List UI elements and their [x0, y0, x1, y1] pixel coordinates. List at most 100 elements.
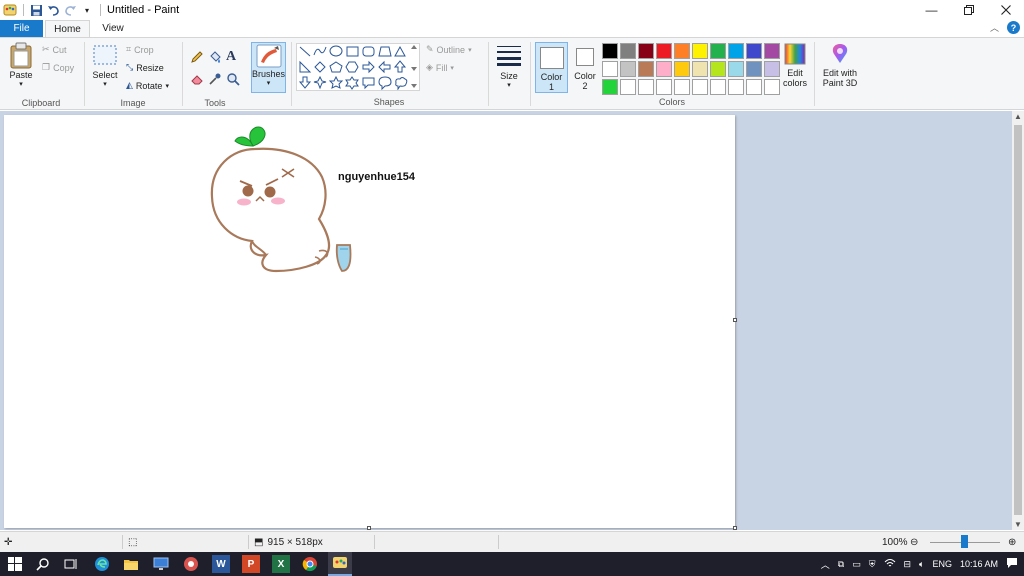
fill-button[interactable]: ◈ Fill ▾	[426, 62, 454, 73]
scroll-thumb[interactable]	[1014, 125, 1022, 515]
tab-view[interactable]: View	[92, 20, 134, 37]
canvas-resize-handle-bottom[interactable]	[367, 526, 371, 530]
close-button[interactable]	[987, 0, 1024, 20]
palette-swatch[interactable]	[656, 61, 672, 77]
palette-swatch[interactable]	[674, 79, 690, 95]
clock[interactable]: 10:16 AM	[960, 559, 998, 569]
zoom-out-icon[interactable]: ⊖	[910, 532, 918, 552]
battery-icon[interactable]: ▭	[852, 559, 861, 570]
canvas-resize-handle-corner[interactable]	[733, 526, 737, 530]
palette-swatch[interactable]	[746, 61, 762, 77]
pencil-icon[interactable]	[190, 50, 204, 67]
redo-icon[interactable]	[62, 2, 78, 18]
resize-button[interactable]: ⤡ Resize	[126, 62, 164, 73]
language-indicator[interactable]: ENG	[932, 559, 952, 569]
palette-swatch[interactable]	[692, 61, 708, 77]
powerpoint-icon[interactable]: P	[242, 555, 260, 573]
remote-desktop-icon[interactable]	[152, 555, 170, 573]
notifications-icon[interactable]	[1006, 557, 1018, 571]
palette-swatch[interactable]	[710, 43, 726, 59]
canvas-resize-handle-right[interactable]	[733, 318, 737, 322]
palette-swatch[interactable]	[746, 43, 762, 59]
edit-with-paint3d-button[interactable]: Edit with Paint 3D	[818, 42, 862, 88]
file-explorer-icon[interactable]	[122, 555, 140, 573]
show-hidden-icons-icon[interactable]: ︿	[821, 558, 830, 571]
brushes-button[interactable]: Brushes ▾	[251, 42, 286, 93]
scroll-down-arrow-icon[interactable]: ▼	[1014, 520, 1022, 529]
network-icon[interactable]: ⊟	[904, 559, 912, 570]
color1-button[interactable]: Color 1	[535, 42, 568, 93]
save-icon[interactable]	[28, 2, 44, 18]
select-button[interactable]: Select ▾	[90, 44, 120, 88]
size-button[interactable]: Size ▾	[494, 44, 524, 89]
palette-swatch[interactable]	[728, 79, 744, 95]
palette-swatch[interactable]	[620, 79, 636, 95]
volume-icon[interactable]: 🔈︎	[919, 559, 924, 570]
palette-swatch[interactable]	[620, 61, 636, 77]
eraser-icon[interactable]	[190, 72, 204, 89]
palette-swatch[interactable]	[710, 61, 726, 77]
palette-swatch[interactable]	[764, 79, 780, 95]
color-picker-icon[interactable]	[208, 72, 222, 89]
windows-start-icon[interactable]	[6, 555, 24, 573]
palette-swatch[interactable]	[620, 43, 636, 59]
palette-swatch[interactable]	[638, 79, 654, 95]
copy-button[interactable]: ❐ Copy	[42, 62, 74, 73]
palette-swatch[interactable]	[764, 43, 780, 59]
outline-button[interactable]: ✎ Outline ▾	[426, 44, 472, 55]
edge-browser-icon[interactable]	[93, 555, 111, 573]
palette-swatch[interactable]	[602, 61, 618, 77]
cut-button[interactable]: ✂ Cut	[42, 44, 67, 55]
shapes-gallery[interactable]	[296, 43, 420, 91]
text-tool-icon[interactable]: A	[226, 49, 236, 65]
app-red-icon[interactable]	[182, 555, 200, 573]
rotate-button[interactable]: ◭ Rotate ▾	[126, 80, 169, 91]
palette-swatch[interactable]	[764, 61, 780, 77]
palette-swatch[interactable]	[674, 43, 690, 59]
collapse-ribbon-icon[interactable]: ︿	[990, 21, 999, 34]
excel-icon[interactable]: X	[272, 555, 290, 573]
fill-bucket-icon[interactable]	[208, 50, 222, 67]
colors-group-label: Colors	[658, 97, 685, 107]
edit-colors-button[interactable]: Edit colors	[779, 42, 811, 88]
paste-button[interactable]: Paste ▾	[6, 42, 36, 88]
palette-swatch[interactable]	[728, 61, 744, 77]
zoom-in-icon[interactable]: ⊕	[1008, 532, 1016, 552]
security-icon[interactable]: ⛨	[869, 559, 876, 570]
paint-taskbar-icon[interactable]	[328, 552, 352, 576]
palette-swatch[interactable]	[602, 79, 618, 95]
chrome-icon[interactable]	[301, 555, 319, 573]
wifi-icon[interactable]	[884, 558, 896, 570]
palette-swatch[interactable]	[638, 61, 654, 77]
search-icon[interactable]	[34, 555, 52, 573]
task-view-icon[interactable]	[62, 555, 80, 573]
palette-swatch[interactable]	[710, 79, 726, 95]
palette-swatch[interactable]	[692, 43, 708, 59]
tab-home[interactable]: Home	[45, 20, 90, 37]
palette-swatch[interactable]	[728, 43, 744, 59]
palette-swatch[interactable]	[692, 79, 708, 95]
crop-button[interactable]: ⌗ Crop	[126, 44, 154, 55]
palette-swatch[interactable]	[656, 79, 672, 95]
undo-icon[interactable]	[45, 2, 61, 18]
palette-swatch[interactable]	[656, 43, 672, 59]
palette-swatch[interactable]	[746, 79, 762, 95]
minimize-button[interactable]: —	[913, 0, 950, 20]
customize-toolbar-icon[interactable]: ▾	[79, 2, 95, 18]
restore-button[interactable]	[950, 0, 987, 20]
palette-swatch[interactable]	[638, 43, 654, 59]
color2-button[interactable]: Color 2	[571, 42, 599, 93]
separator	[182, 42, 183, 106]
tab-file[interactable]: File	[0, 20, 43, 37]
word-icon[interactable]: W	[212, 555, 230, 573]
paint-app-icon[interactable]	[2, 2, 18, 18]
zoom-slider-thumb[interactable]	[960, 535, 968, 548]
magnifier-icon[interactable]	[226, 72, 240, 89]
palette-swatch[interactable]	[602, 43, 618, 59]
help-icon[interactable]: ?	[1007, 21, 1020, 34]
scroll-up-arrow-icon[interactable]: ▲	[1014, 112, 1022, 121]
drawing-canvas[interactable]: nguyenhue154	[4, 115, 735, 528]
palette-swatch[interactable]	[674, 61, 690, 77]
vertical-scrollbar[interactable]: ▲ ▼	[1012, 111, 1024, 530]
device-icon[interactable]: ⧉	[838, 559, 844, 570]
